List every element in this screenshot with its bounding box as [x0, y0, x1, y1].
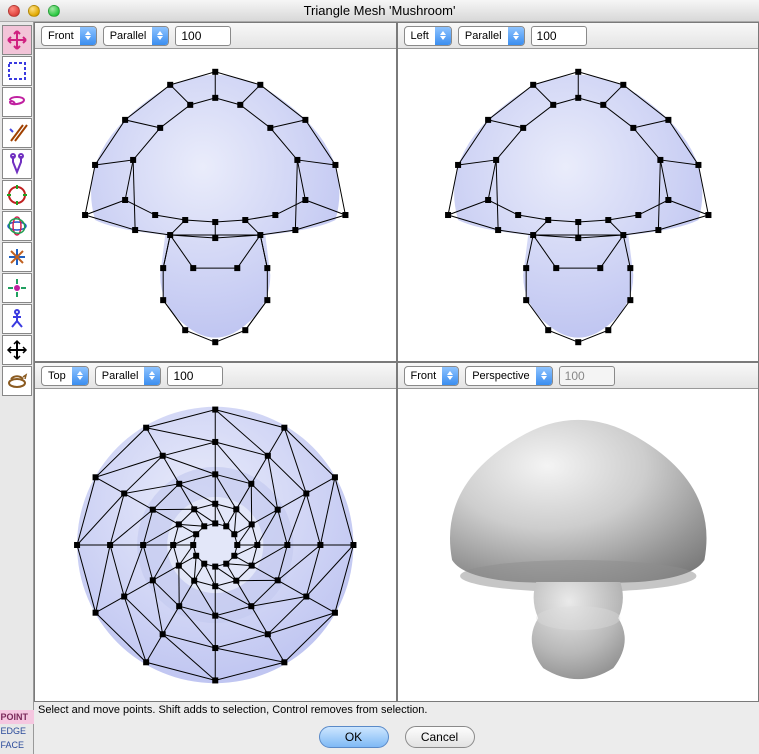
selmode-point[interactable]: POINT [0, 710, 34, 724]
orbit-tool[interactable] [2, 211, 32, 241]
view-angle-tool[interactable] [2, 366, 32, 396]
chevron-updown-icon [80, 27, 96, 45]
ok-button[interactable]: OK [319, 726, 389, 748]
viewport-br[interactable] [398, 389, 759, 701]
window-title: Triangle Mesh 'Mushroom' [0, 3, 759, 18]
close-window-button[interactable] [8, 5, 20, 17]
camera-select-bl[interactable]: Top [41, 366, 89, 386]
vertex-tool[interactable] [2, 273, 32, 303]
selmode-edge[interactable]: EDGE [0, 724, 34, 738]
zoom-input-tl[interactable] [175, 26, 231, 46]
minimize-window-button[interactable] [28, 5, 40, 17]
viewport-tr[interactable] [398, 49, 759, 361]
zoom-window-button[interactable] [48, 5, 60, 17]
camera-select-tl[interactable]: Front [41, 26, 97, 46]
zoom-input-tr[interactable] [531, 26, 587, 46]
tweak-tool[interactable] [2, 118, 32, 148]
move-tool[interactable] [2, 25, 32, 55]
cancel-button[interactable]: Cancel [405, 726, 475, 748]
zoom-input-bl[interactable] [167, 366, 223, 386]
snap-tool[interactable] [2, 242, 32, 272]
skeleton-tool[interactable] [2, 304, 32, 334]
zoom-input-br [559, 366, 615, 386]
viewport-bl[interactable] [35, 389, 396, 701]
projection-select-tr[interactable]: Parallel [458, 26, 525, 46]
chevron-updown-icon [72, 367, 88, 385]
projection-select-br[interactable]: Perspective [465, 366, 552, 386]
status-bar: Select and move points. Shift adds to se… [34, 702, 759, 720]
chevron-updown-icon [152, 27, 168, 45]
projection-select-bl[interactable]: Parallel [95, 366, 162, 386]
selmode-face[interactable]: FACE [0, 738, 34, 752]
chevron-updown-icon [442, 367, 458, 385]
tool-strip: POINT EDGE FACE [0, 22, 34, 754]
chevron-updown-icon [435, 27, 451, 45]
select-region-tool[interactable] [2, 56, 32, 86]
lasso-tool[interactable] [2, 87, 32, 117]
bone-tool[interactable] [2, 149, 32, 179]
chevron-updown-icon [536, 367, 552, 385]
projection-select-tl[interactable]: Parallel [103, 26, 170, 46]
camera-select-tr[interactable]: Left [404, 26, 452, 46]
chevron-updown-icon [508, 27, 524, 45]
viewport-tl[interactable] [35, 49, 396, 361]
chevron-updown-icon [144, 367, 160, 385]
crosshair-tool[interactable] [2, 335, 32, 365]
camera-select-br[interactable]: Front [404, 366, 460, 386]
rotate-tool[interactable] [2, 180, 32, 210]
